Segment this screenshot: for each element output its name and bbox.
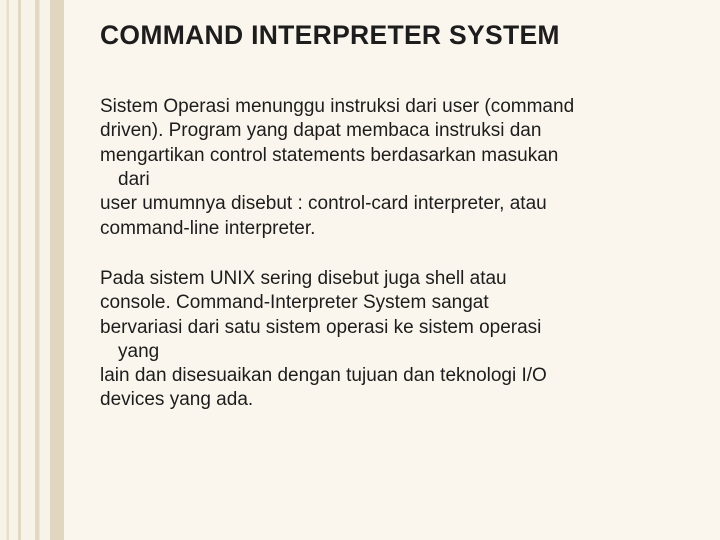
text-line: command-line interpreter.: [100, 217, 680, 241]
text-line: dari: [100, 168, 680, 192]
text-line: driven). Program yang dapat membaca inst…: [100, 119, 680, 143]
text-line: mengartikan control statements berdasark…: [100, 144, 680, 168]
decorative-left-band: [0, 0, 64, 540]
slide-title: COMMAND INTERPRETER SYSTEM: [100, 20, 680, 51]
text-line: Pada sistem UNIX sering disebut juga she…: [100, 267, 680, 291]
text-line: bervariasi dari satu sistem operasi ke s…: [100, 316, 680, 340]
paragraph-2: Pada sistem UNIX sering disebut juga she…: [100, 267, 680, 413]
text-line: yang: [100, 340, 680, 364]
text-line: user umumnya disebut : control-card inte…: [100, 192, 680, 216]
text-line: lain dan disesuaikan dengan tujuan dan t…: [100, 364, 680, 388]
slide-content: COMMAND INTERPRETER SYSTEM Sistem Operas…: [100, 20, 680, 439]
text-line: console. Command-Interpreter System sang…: [100, 291, 680, 315]
text-line: devices yang ada.: [100, 388, 680, 412]
text-line: Sistem Operasi menunggu instruksi dari u…: [100, 95, 680, 119]
paragraph-1: Sistem Operasi menunggu instruksi dari u…: [100, 95, 680, 241]
